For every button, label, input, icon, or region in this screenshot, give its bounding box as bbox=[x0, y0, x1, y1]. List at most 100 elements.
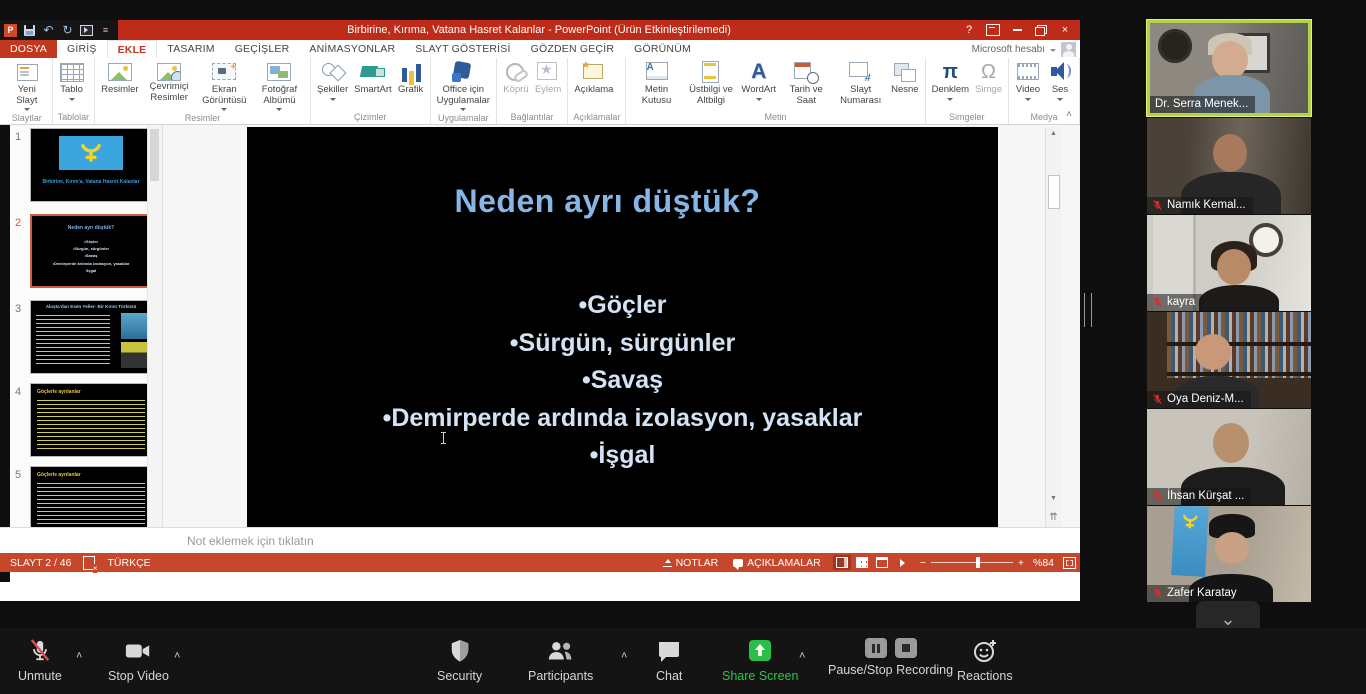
minimize-icon[interactable] bbox=[1006, 22, 1028, 38]
undo-icon[interactable]: ↶ bbox=[42, 24, 55, 37]
tab-gorunum[interactable]: GÖRÜNÜM bbox=[624, 40, 701, 58]
action-button[interactable]: Eylem bbox=[532, 59, 564, 97]
participant-video-ihsan[interactable]: İhsan Kürşat ... bbox=[1147, 409, 1311, 505]
tab-slayt-gosterisi[interactable]: SLAYT GÖSTERİSİ bbox=[405, 40, 520, 58]
slide-sorter-view-button[interactable] bbox=[853, 555, 871, 570]
editor-scrollbar[interactable]: ▲ ▼ ⇈ ⇊ bbox=[1045, 127, 1061, 556]
pause-stop-recording-button[interactable]: Pause/Stop Recording bbox=[828, 638, 953, 677]
online-pictures-button[interactable]: Çevrimiçi Resimler bbox=[142, 59, 197, 104]
participant-video-oya[interactable]: Oya Deniz-M... bbox=[1147, 312, 1311, 408]
date-time-button[interactable]: Tarih ve Saat bbox=[779, 59, 833, 107]
slide-bullet-list[interactable]: •Göçler •Sürgün, sürgünler •Savaş •Demir… bbox=[247, 287, 998, 475]
tab-ekle[interactable]: EKLE bbox=[107, 40, 158, 58]
tamga-flag-shape bbox=[59, 136, 123, 170]
slideshow-view-button[interactable] bbox=[893, 555, 911, 570]
chart-button[interactable]: Grafik bbox=[395, 59, 427, 97]
notes-toggle[interactable]: NOTLAR bbox=[660, 555, 722, 571]
redo-icon[interactable]: ↻ bbox=[61, 24, 74, 37]
hyperlink-button[interactable]: Köprü bbox=[500, 59, 532, 97]
photo-album-button[interactable]: Fotoğraf Albümü bbox=[252, 59, 307, 112]
start-slideshow-icon[interactable] bbox=[80, 24, 93, 37]
tab-giris[interactable]: GİRİŞ bbox=[57, 40, 107, 58]
office-apps-button[interactable]: Office için Uygulamalar bbox=[434, 59, 493, 112]
previous-slide-icon[interactable]: ⇈ bbox=[1046, 512, 1061, 523]
new-slide-button[interactable]: Yeni Slayt bbox=[5, 59, 49, 112]
notes-pane[interactable]: Not eklemek için tıklatın bbox=[0, 527, 1080, 554]
unmute-button[interactable]: Unmute bbox=[18, 638, 62, 683]
slide-thumbnail-3[interactable]: Aluşta'dan Esen Yeller- Bir Kırım Türküs… bbox=[30, 300, 152, 374]
zoom-in-icon[interactable]: + bbox=[1018, 557, 1024, 569]
pause-recording-icon[interactable] bbox=[865, 638, 887, 658]
zoom-slider-knob[interactable] bbox=[976, 557, 980, 568]
zoom-out-icon[interactable]: − bbox=[920, 557, 926, 569]
share-options-chevron[interactable]: ˄ bbox=[799, 650, 805, 662]
participants-options-chevron[interactable]: ˄ bbox=[621, 650, 627, 662]
save-icon[interactable] bbox=[23, 24, 36, 37]
reading-view-button[interactable] bbox=[873, 555, 891, 570]
participants-icon bbox=[546, 638, 576, 664]
object-button[interactable]: Nesne bbox=[888, 59, 921, 97]
unmute-options-chevron[interactable]: ˄ bbox=[76, 650, 82, 662]
collapse-ribbon-icon[interactable]: ˄ bbox=[1066, 109, 1072, 120]
comment-button[interactable]: Açıklama bbox=[571, 59, 616, 97]
restore-icon[interactable] bbox=[1030, 22, 1052, 38]
participant-video-namik[interactable]: Namık Kemal... bbox=[1147, 118, 1311, 214]
tab-dosya[interactable]: DOSYA bbox=[0, 40, 57, 58]
audio-button[interactable]: Ses bbox=[1044, 59, 1076, 102]
scrollbar-thumb[interactable] bbox=[150, 129, 159, 181]
scroll-down-icon[interactable]: ▼ bbox=[1046, 495, 1061, 502]
participant-video-kayra[interactable]: kayra bbox=[1147, 215, 1311, 311]
video-options-chevron[interactable]: ˄ bbox=[174, 650, 180, 662]
table-button[interactable]: Tablo bbox=[56, 59, 88, 102]
slide-title[interactable]: Neden ayrı düştük? bbox=[247, 183, 968, 220]
ribbon-options-icon[interactable] bbox=[982, 22, 1004, 38]
tab-gozden-gecir[interactable]: GÖZDEN GEÇİR bbox=[521, 40, 625, 58]
header-footer-button[interactable]: Üstbilgi ve Altbilgi bbox=[684, 59, 739, 107]
equation-button[interactable]: π Denklem bbox=[929, 59, 973, 102]
stop-video-button[interactable]: Stop Video bbox=[108, 638, 169, 683]
share-screen-button[interactable]: Share Screen bbox=[722, 638, 798, 683]
ribbon-group-simgeler: π Denklem Ω Simge Simgeler bbox=[926, 58, 1009, 124]
zoom-slider[interactable] bbox=[931, 562, 1013, 563]
security-button[interactable]: Security bbox=[437, 638, 482, 683]
smartart-button[interactable]: SmartArt bbox=[351, 59, 394, 97]
slide-number-button[interactable]: Slayt Numarası bbox=[833, 59, 888, 107]
stop-recording-icon[interactable] bbox=[895, 638, 917, 658]
scrollbar-thumb[interactable] bbox=[1048, 175, 1060, 209]
scroll-up-icon[interactable]: ▲ bbox=[1046, 130, 1061, 137]
panel-resize-handle[interactable] bbox=[1084, 293, 1092, 327]
slide-canvas[interactable]: Neden ayrı düştük? •Göçler •Sürgün, sürg… bbox=[247, 127, 998, 549]
fit-to-window-icon[interactable] bbox=[1063, 557, 1076, 569]
tab-animasyonlar[interactable]: ANİMASYONLAR bbox=[299, 40, 405, 58]
reactions-button[interactable]: Reactions bbox=[957, 638, 1013, 683]
zoom-percentage[interactable]: %84 bbox=[1033, 557, 1054, 569]
symbol-button[interactable]: Ω Simge bbox=[972, 59, 1005, 97]
textbox-button[interactable]: Metin Kutusu bbox=[629, 59, 683, 107]
video-button[interactable]: Video bbox=[1012, 59, 1044, 102]
tab-gecisler[interactable]: GEÇİŞLER bbox=[225, 40, 300, 58]
thumbnail-scrollbar[interactable]: ▼ bbox=[147, 125, 162, 556]
close-icon[interactable]: × bbox=[1054, 22, 1076, 38]
participant-video-zafer[interactable]: Zafer Karatay bbox=[1147, 506, 1311, 602]
normal-view-button[interactable] bbox=[833, 555, 851, 570]
screenshot-button[interactable]: Ekran Görüntüsü bbox=[197, 59, 252, 112]
slide-thumbnail-1[interactable]: Birbirine, Kırım'a, Vatana Hasret Kalanl… bbox=[30, 128, 152, 202]
shield-icon bbox=[449, 638, 471, 664]
help-icon[interactable]: ? bbox=[958, 22, 980, 38]
language-indicator[interactable]: TÜRKÇE bbox=[107, 557, 150, 569]
pictures-button[interactable]: Resimler bbox=[98, 59, 141, 97]
comments-toggle[interactable]: AÇIKLAMALAR bbox=[730, 555, 824, 571]
spellcheck-icon[interactable] bbox=[83, 556, 95, 570]
chat-button[interactable]: Chat bbox=[656, 638, 682, 683]
slide-thumbnail-4[interactable]: Göçlerle ayrılanlar bbox=[30, 383, 152, 457]
participant-video-serra[interactable]: Dr. Serra Menek... bbox=[1147, 20, 1311, 116]
qat-customize-icon[interactable]: ≡ bbox=[99, 24, 112, 37]
audio-icon bbox=[1047, 60, 1073, 84]
wordart-button[interactable]: A WordArt bbox=[738, 59, 779, 102]
slide-thumbnail-2-selected[interactable]: Neden ayrı düştük? •Göçler •Sürgün, sürg… bbox=[30, 214, 152, 288]
tab-tasarim[interactable]: TASARIM bbox=[157, 40, 224, 58]
account-menu[interactable]: Microsoft hesabı bbox=[972, 40, 1076, 58]
ribbon-tab-row: DOSYA GİRİŞ EKLE TASARIM GEÇİŞLER ANİMAS… bbox=[0, 40, 1080, 58]
shapes-button[interactable]: Şekiller bbox=[314, 59, 351, 102]
participants-button[interactable]: Participants bbox=[528, 638, 593, 683]
